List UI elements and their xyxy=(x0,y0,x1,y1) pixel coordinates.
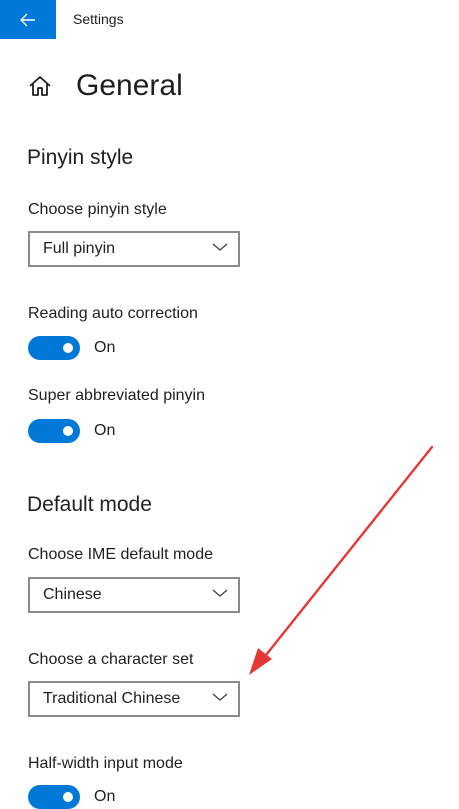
toggle-knob xyxy=(63,792,73,802)
ime-default-mode-label: Choose IME default mode xyxy=(28,546,213,563)
reading-auto-correction-label: Reading auto correction xyxy=(28,305,198,322)
character-set-dropdown[interactable]: Traditional Chinese xyxy=(28,681,240,717)
page-title: General xyxy=(76,69,183,102)
character-set-label: Choose a character set xyxy=(28,651,194,668)
back-arrow-icon xyxy=(20,13,35,26)
ime-default-mode-dropdown[interactable]: Chinese xyxy=(28,577,240,613)
window-title: Settings xyxy=(73,11,124,27)
ime-default-mode-value: Chinese xyxy=(43,586,102,603)
half-width-input-mode-label: Half-width input mode xyxy=(28,755,183,772)
back-button[interactable] xyxy=(0,0,56,39)
reading-auto-correction-toggle[interactable] xyxy=(28,336,80,360)
half-width-input-mode-toggle[interactable] xyxy=(28,785,80,809)
toggle-knob xyxy=(63,426,73,436)
section-title-pinyin-style: Pinyin style xyxy=(27,146,134,169)
pinyin-style-label: Choose pinyin style xyxy=(28,201,167,218)
half-width-input-mode-state: On xyxy=(94,788,116,805)
section-title-default-mode: Default mode xyxy=(27,493,152,516)
character-set-value: Traditional Chinese xyxy=(43,690,181,707)
title-bar: Settings xyxy=(0,0,459,39)
reading-auto-correction-row: On xyxy=(28,336,115,360)
chevron-down-icon xyxy=(212,243,228,251)
home-icon xyxy=(28,73,54,99)
super-abbreviated-pinyin-row: On xyxy=(28,419,115,443)
super-abbreviated-pinyin-toggle[interactable] xyxy=(28,419,80,443)
chevron-down-icon xyxy=(212,589,228,597)
half-width-input-mode-row: On xyxy=(28,785,115,809)
pinyin-style-dropdown[interactable]: Full pinyin xyxy=(28,231,240,267)
page-header: General xyxy=(28,66,183,106)
super-abbreviated-pinyin-label: Super abbreviated pinyin xyxy=(28,387,206,404)
chevron-down-icon xyxy=(212,693,228,701)
pinyin-style-value: Full pinyin xyxy=(43,240,116,257)
reading-auto-correction-state: On xyxy=(94,339,116,356)
toggle-knob xyxy=(63,343,73,353)
super-abbreviated-pinyin-state: On xyxy=(94,422,116,439)
